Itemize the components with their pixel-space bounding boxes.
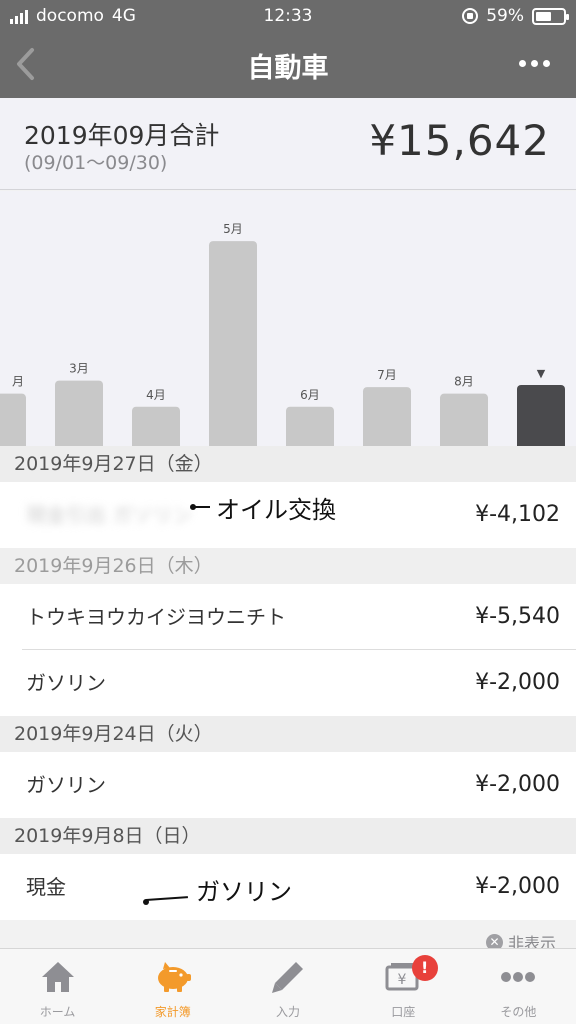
transaction-name: 現金引出 ガソリン	[26, 503, 193, 527]
date-header: 2019年9月8日（日）	[0, 818, 576, 854]
battery-icon	[532, 7, 569, 25]
date-header: 2019年9月26日（木）	[0, 548, 576, 584]
transaction-amount: ¥-2,000	[475, 874, 560, 899]
bar-selected[interactable]	[517, 384, 565, 446]
monthly-bar-chart[interactable]: 月 3月 4月 5月 6月 7月 8月 ▼	[0, 191, 576, 446]
transaction-name: トウキヨウカイジヨウニチト	[26, 605, 286, 629]
transaction-name: 現金	[26, 875, 66, 899]
orientation-lock-icon	[462, 8, 479, 24]
bar-label: 月	[12, 375, 24, 389]
svg-text:¥: ¥	[398, 972, 407, 988]
page-title: 自動車	[247, 53, 329, 84]
home-icon	[41, 962, 74, 992]
annotation-line	[145, 896, 188, 901]
bar[interactable]	[440, 393, 488, 446]
transaction-row[interactable]: 現金 ¥-2,000 ガソリン	[0, 854, 576, 920]
bar[interactable]	[0, 393, 26, 446]
transaction-amount: ¥-4,102	[475, 502, 560, 527]
transaction-row[interactable]: ガソリン ¥-2,000	[0, 650, 576, 716]
bar-label: 3月	[69, 362, 89, 376]
bar-label: 7月	[377, 368, 397, 382]
more-icon-dot	[543, 60, 550, 67]
status-bar: docomo 4G 12:33 59%	[0, 0, 576, 32]
tab-label: 入力	[276, 1005, 301, 1019]
bar[interactable]	[363, 387, 411, 446]
tab-accounts[interactable]: ¥ ! 口座	[346, 949, 461, 1024]
transaction-row[interactable]: ガソリン ¥-2,000	[0, 752, 576, 818]
transaction-row[interactable]: 現金引出 ガソリン ¥-4,102 オイル交換	[0, 482, 576, 548]
tab-input[interactable]: 入力	[230, 949, 345, 1024]
tab-bar: ホーム 家計簿 入力 ¥ ! 口座 その他	[0, 948, 576, 1024]
date-header: 2019年9月27日（金）	[0, 446, 576, 482]
handwritten-annotation: ガソリン	[196, 878, 292, 906]
bar[interactable]	[55, 380, 103, 446]
more-icon	[501, 972, 536, 982]
tab-kakeibo[interactable]: 家計簿	[115, 949, 230, 1024]
bar-label: 6月	[300, 388, 320, 402]
transaction-row[interactable]: トウキヨウカイジヨウニチト ¥-5,540	[0, 584, 576, 650]
bar-label: 5月	[223, 222, 243, 236]
more-icon-dot	[519, 60, 526, 67]
bar-label: 8月	[454, 375, 474, 389]
more-button[interactable]	[519, 60, 550, 67]
transaction-name: ガソリン	[26, 671, 106, 695]
nav-bar: 自動車	[0, 32, 576, 98]
tab-home[interactable]: ホーム	[0, 949, 115, 1024]
bar[interactable]	[209, 241, 257, 446]
summary-label: 2019年09月合計	[24, 121, 220, 150]
handwritten-annotation: オイル交換	[216, 496, 336, 524]
tab-label: ホーム	[39, 1005, 76, 1019]
bar-chart-svg: 月 3月 4月 5月 6月 7月 8月 ▼	[0, 222, 565, 446]
summary-total: ¥15,642	[369, 116, 550, 165]
pencil-icon	[272, 962, 303, 993]
battery-percent: 59%	[486, 6, 524, 26]
tab-label: 家計簿	[154, 1005, 191, 1019]
bar[interactable]	[286, 406, 334, 446]
transaction-amount: ¥-2,000	[475, 772, 560, 797]
transaction-name: ガソリン	[26, 773, 106, 797]
more-icon-dot	[531, 60, 538, 67]
alert-badge: !	[411, 955, 438, 981]
tab-more[interactable]: その他	[461, 949, 576, 1024]
transaction-amount: ¥-2,000	[475, 670, 560, 695]
bar[interactable]	[132, 406, 180, 446]
bar-label: 4月	[146, 388, 166, 402]
tab-label: 口座	[391, 1005, 416, 1019]
selected-marker: ▼	[537, 367, 546, 380]
transaction-list: 2019年9月27日（金） 現金引出 ガソリン ¥-4,102 オイル交換 2019年9…	[0, 446, 576, 948]
piggy-bank-icon	[157, 962, 191, 992]
summary-range: (09/01〜09/30)	[24, 152, 168, 174]
annotation-line	[194, 506, 210, 508]
tab-label: その他	[500, 1005, 537, 1019]
month-summary: 2019年09月合計 (09/01〜09/30) ¥15,642	[0, 98, 576, 190]
transaction-amount: ¥-5,540	[475, 604, 560, 629]
date-header: 2019年9月24日（火）	[0, 716, 576, 752]
